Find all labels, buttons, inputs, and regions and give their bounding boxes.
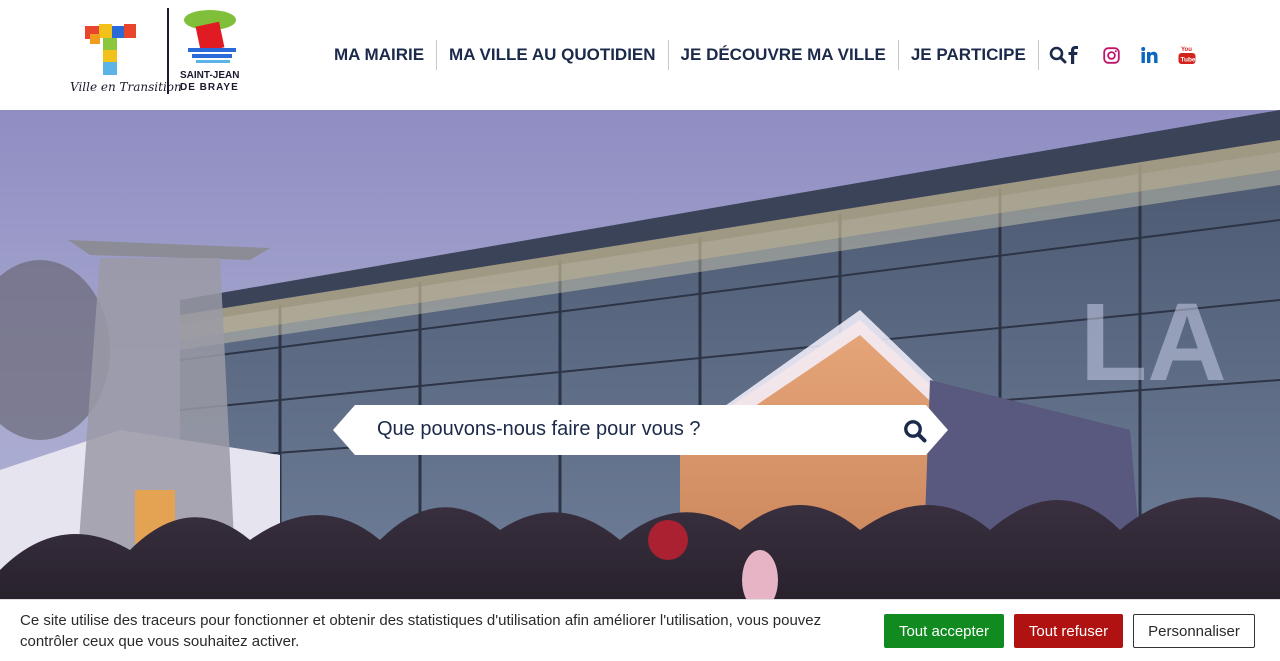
youtube-icon: You Tube [1178,47,1196,64]
social-links: You Tube [1062,40,1198,70]
hero-sign-text: LA [1080,281,1227,404]
instagram-link[interactable] [1100,44,1122,66]
accept-all-button[interactable]: Tout accepter [884,614,1004,648]
nav-item-ma-mairie[interactable]: MA MAIRIE [322,40,438,70]
logo-tagline: Ville en Transition [70,80,182,94]
nav-item-je-participe[interactable]: JE PARTICIPE [899,40,1039,70]
cookie-message: Ce site utilise des traceurs pour foncti… [20,612,822,650]
linkedin-link[interactable] [1138,44,1160,66]
site-logo[interactable]: Ville en Transition SAINT-JEAN DE BRAYE [68,6,244,98]
refuse-all-button[interactable]: Tout refuser [1014,614,1123,648]
search-icon [904,420,927,443]
hero-banner: LA Que pouvons-nous faire pour vous ? [0,110,1280,661]
customize-button[interactable]: Personnaliser [1133,614,1255,648]
hero-photo: LA [0,110,1280,661]
logo-city-line1: SAINT-JEAN [180,70,240,81]
cookie-banner: Ce site utilise des traceurs pour foncti… [0,599,1280,661]
hero-search-bar[interactable]: Que pouvons-nous faire pour vous ? [333,405,948,455]
instagram-icon [1102,46,1120,64]
search-submit-button[interactable] [901,417,929,445]
svg-text:Tube: Tube [1181,57,1196,64]
facebook-link[interactable] [1062,44,1084,66]
svg-text:You: You [1181,47,1192,53]
logo-city-line2: DE BRAYE [180,82,239,93]
main-nav: MA MAIRIE MA VILLE AU QUOTIDIEN JE DÉCOU… [322,40,1077,70]
site-header: Ville en Transition SAINT-JEAN DE BRAYE … [0,0,1280,110]
linkedin-icon [1140,47,1157,63]
nav-item-ma-ville-au-quotidien[interactable]: MA VILLE AU QUOTIDIEN [437,40,669,70]
search-input[interactable]: Que pouvons-nous faire pour vous ? [377,405,701,455]
nav-item-je-decouvre-ma-ville[interactable]: JE DÉCOUVRE MA VILLE [669,40,899,70]
facebook-icon [1068,46,1078,64]
logo-city-name: SAINT-JEAN DE BRAYE [180,70,239,94]
youtube-link[interactable]: You Tube [1176,44,1198,66]
